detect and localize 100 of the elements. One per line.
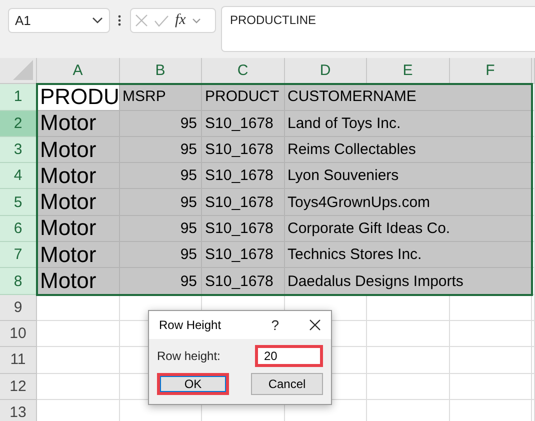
table-cell[interactable] (532, 294, 535, 321)
cell-text: Lyon Souveniers (288, 166, 399, 186)
row-header[interactable]: 9 (0, 294, 37, 321)
more-icon[interactable] (118, 15, 121, 26)
cell-text: Motor (40, 189, 96, 215)
table-cell[interactable] (37, 347, 120, 374)
table-cell[interactable] (37, 294, 120, 321)
row-header[interactable]: 2 (0, 110, 37, 137)
cell-text: Motor (40, 216, 96, 242)
row-header[interactable]: 11 (0, 347, 37, 374)
help-button[interactable]: ? (271, 317, 279, 333)
table-cell[interactable]: Land of Toys Inc. (284, 110, 532, 137)
row-header[interactable]: 8 (0, 268, 37, 295)
table-cell[interactable]: S10_1678 (202, 136, 284, 164)
cell-text: Motor (40, 110, 96, 136)
table-cell[interactable]: Motor (37, 110, 120, 137)
row-height-input[interactable]: 20 (255, 345, 323, 367)
table-cell[interactable]: Daedalus Designs Imports (284, 268, 532, 295)
table-cell[interactable]: Motor (37, 136, 120, 164)
table-cell[interactable]: Corporate Gift Ideas Co. (284, 216, 532, 242)
table-cell[interactable] (532, 320, 535, 348)
table-cell[interactable] (532, 110, 535, 137)
cell-text: S10_1678 (205, 114, 274, 134)
table-cell[interactable]: Motor (37, 189, 120, 216)
row-header[interactable]: 1 (0, 84, 37, 111)
table-cell[interactable] (450, 294, 532, 321)
table-cell[interactable] (532, 216, 535, 242)
table-cell[interactable] (37, 374, 120, 400)
column-header[interactable]: C (202, 58, 284, 84)
dialog-button[interactable]: Cancel (251, 373, 323, 395)
check-icon[interactable] (154, 14, 169, 26)
row-header[interactable]: 12 (0, 374, 37, 400)
table-cell[interactable]: Toys4GrownUps.com (284, 189, 532, 216)
row-header[interactable]: 3 (0, 136, 37, 164)
name-box[interactable]: A1 (8, 8, 110, 33)
table-cell[interactable]: 95 (120, 216, 202, 242)
table-cell[interactable]: MSRP (120, 84, 202, 111)
table-cell[interactable] (532, 374, 535, 400)
cell-text: 95 (180, 245, 197, 266)
table-cell[interactable] (532, 136, 535, 164)
table-cell[interactable]: 95 (120, 242, 202, 268)
table-cell[interactable] (532, 400, 535, 421)
table-cell[interactable] (450, 347, 532, 374)
row-header[interactable]: 13 (0, 400, 37, 421)
table-cell[interactable]: S10_1678 (202, 242, 284, 268)
table-cell[interactable]: 95 (120, 110, 202, 137)
table-cell[interactable]: Motor (37, 242, 120, 268)
table-cell[interactable]: 95 (120, 136, 202, 164)
table-cell[interactable]: Reims Collectables (284, 136, 532, 164)
row-header[interactable]: 5 (0, 189, 37, 216)
table-cell[interactable] (532, 347, 535, 374)
row-header[interactable]: 4 (0, 163, 37, 190)
column-header[interactable]: B (120, 58, 202, 84)
table-cell[interactable]: S10_1678 (202, 110, 284, 137)
close-icon[interactable] (309, 319, 321, 331)
table-cell[interactable]: Technics Stores Inc. (284, 242, 532, 268)
dialog-button[interactable]: OK (157, 373, 229, 395)
formula-bar[interactable]: PRODUCTLINE (221, 6, 535, 52)
table-cell[interactable] (532, 163, 535, 190)
table-cell[interactable] (532, 268, 535, 295)
table-cell[interactable]: S10_1678 (202, 268, 284, 295)
table-cell[interactable] (450, 320, 532, 348)
cell-text: S10_1678 (205, 245, 274, 266)
table-cell[interactable] (532, 189, 535, 216)
cell-text: S10_1678 (205, 166, 274, 186)
table-cell[interactable]: CUSTOMERNAME (284, 84, 532, 111)
cell-text: 95 (180, 192, 197, 213)
table-cell[interactable] (532, 84, 535, 111)
column-header[interactable]: E (367, 58, 450, 84)
column-header[interactable]: F (450, 58, 532, 84)
table-cell[interactable]: Motor (37, 163, 120, 190)
cell-text: 95 (180, 166, 197, 186)
table-cell[interactable]: Motor (37, 216, 120, 242)
table-cell[interactable]: 95 (120, 189, 202, 216)
table-cell[interactable]: Motor (37, 268, 120, 295)
table-cell[interactable]: PRODUCT (202, 84, 284, 111)
table-cell[interactable] (450, 374, 532, 400)
table-cell[interactable]: 95 (120, 163, 202, 190)
table-cell[interactable]: Lyon Souveniers (284, 163, 532, 190)
table-cell[interactable] (367, 320, 450, 348)
row-header[interactable]: 7 (0, 242, 37, 268)
table-cell[interactable] (450, 400, 532, 421)
row-header[interactable]: 10 (0, 320, 37, 348)
table-cell[interactable] (532, 242, 535, 268)
table-cell[interactable] (367, 294, 450, 321)
cell-text: S10_1678 (205, 140, 274, 160)
cell-text: Reims Collectables (288, 140, 416, 160)
table-cell[interactable]: 95 (120, 268, 202, 295)
table-cell[interactable]: S10_1678 (202, 163, 284, 190)
column-header[interactable]: D (284, 58, 367, 84)
table-cell[interactable] (367, 374, 450, 400)
column-header[interactable]: A (37, 58, 120, 84)
cell-reference: A1 (15, 13, 31, 28)
table-cell[interactable]: S10_1678 (202, 216, 284, 242)
chevron-down-icon[interactable] (92, 17, 103, 24)
table-cell[interactable]: S10_1678 (202, 189, 284, 216)
table-cell[interactable] (37, 320, 120, 348)
insert-function-button[interactable]: fx (175, 12, 186, 29)
table-cell[interactable] (367, 347, 450, 374)
row-header[interactable]: 6 (0, 216, 37, 242)
